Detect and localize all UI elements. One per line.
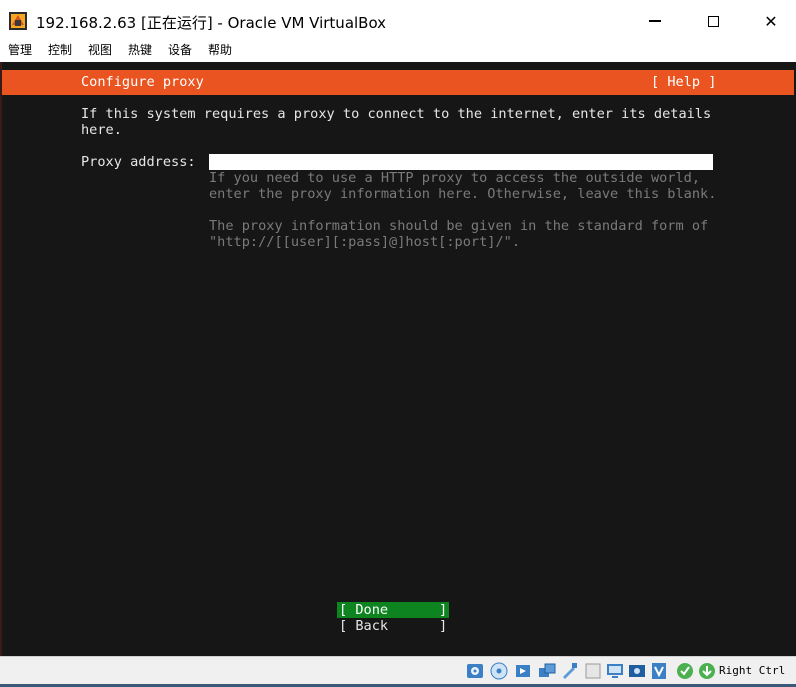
mouse-integration-icon[interactable] <box>676 662 694 680</box>
host-key-label: Right Ctrl <box>719 664 786 677</box>
help-line-1: If you need to use a HTTP proxy to acces… <box>209 170 701 186</box>
intro-text: If this system requires a proxy to conne… <box>81 106 711 138</box>
display-icon[interactable] <box>606 662 624 680</box>
done-button-bracket: ] <box>439 602 448 618</box>
vm-left-edge <box>0 62 2 656</box>
installer-header: Configure proxy [ Help ] <box>2 70 794 95</box>
help-line-2: enter the proxy information here. Otherw… <box>209 186 717 202</box>
keyboard-icon[interactable] <box>698 662 716 680</box>
back-button[interactable]: [ Back ] <box>337 618 449 634</box>
shared-folders-icon[interactable] <box>584 662 602 680</box>
back-button-bracket: ] <box>439 618 448 634</box>
optical-drive-icon[interactable] <box>490 662 508 680</box>
vm-screen[interactable]: Configure proxy [ Help ] If this system … <box>0 62 796 656</box>
maximize-icon <box>707 15 719 27</box>
minimize-icon <box>649 20 661 22</box>
menu-machine[interactable]: 管理 <box>8 41 32 58</box>
menu-help[interactable]: 帮助 <box>208 41 232 58</box>
virtualbox-app-icon <box>9 12 27 30</box>
proxy-address-label: Proxy address: <box>81 154 196 170</box>
back-button-label: [ Back <box>339 618 389 634</box>
video-capture-icon[interactable] <box>628 662 646 680</box>
menu-view[interactable]: 视图 <box>88 41 112 58</box>
intro-line-1: If this system requires a proxy to conne… <box>81 106 712 122</box>
help-line-3: The proxy information should be given in… <box>209 218 709 234</box>
menu-devices[interactable]: 设备 <box>168 41 192 58</box>
proxy-help-text: If you need to use a HTTP proxy to acces… <box>209 170 716 202</box>
menu-hotkeys[interactable]: 热键 <box>128 41 152 58</box>
help-line-4: "http://[[user][:pass]@]host[:port]/". <box>209 234 520 250</box>
page-title: Configure proxy <box>81 74 204 90</box>
proxy-address-input[interactable] <box>209 154 713 170</box>
proxy-format-text: The proxy information should be given in… <box>209 218 708 250</box>
done-button-label: [ Done <box>339 602 389 618</box>
usb-icon[interactable] <box>560 662 578 680</box>
intro-line-2: here. <box>81 122 122 138</box>
window-title: 192.168.2.63 [正在运行] - Oracle VM VirtualB… <box>36 14 387 32</box>
minimize-button[interactable] <box>632 4 678 38</box>
help-button[interactable]: [ Help ] <box>651 74 716 90</box>
status-bar: Right Ctrl <box>0 656 796 687</box>
close-button[interactable]: ✕ <box>748 4 794 38</box>
menu-bar: 管理 控制 视图 热键 设备 帮助 <box>0 40 796 60</box>
hard-disk-icon[interactable] <box>466 662 484 680</box>
done-button[interactable]: [ Done ] <box>337 602 449 618</box>
maximize-button[interactable] <box>690 4 736 38</box>
menu-control[interactable]: 控制 <box>48 41 72 58</box>
title-bar: 192.168.2.63 [正在运行] - Oracle VM VirtualB… <box>0 0 796 40</box>
network-icon[interactable] <box>538 662 556 680</box>
close-icon: ✕ <box>764 11 778 31</box>
virtualization-icon[interactable] <box>650 662 668 680</box>
audio-icon[interactable] <box>514 662 532 680</box>
